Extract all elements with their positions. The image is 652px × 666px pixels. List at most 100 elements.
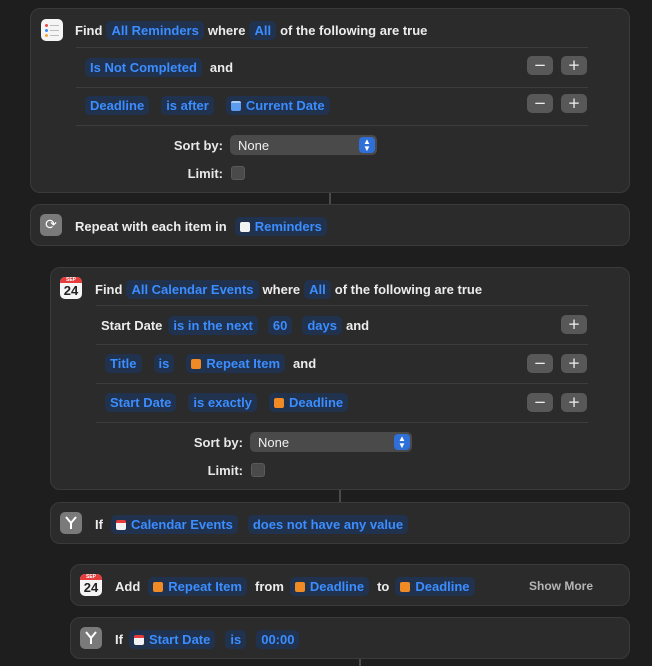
calendar-day: 24 [83,580,99,595]
sort-by-value: None [258,434,290,450]
repeat-item-label: Repeat Item [206,356,281,371]
repeat-action: ⟳ Repeat with each item in Reminders [30,204,630,246]
calendar-icon [115,519,126,530]
find-events-action: SEP 24 Find All Calendar Events where Al… [50,267,630,490]
sort-by-select[interactable]: None ▲ ▼ [250,432,412,452]
start-deadline-label: Deadline [309,579,365,594]
find-label: Find [75,23,103,38]
calendar-app-icon: SEP 24 [80,574,102,596]
sort-by-label: Sort by: [193,435,243,450]
sort-by-select[interactable]: None ▲ ▼ [230,135,377,155]
add-header: Add Repeat Item from Deadline to Deadlin… [115,577,479,596]
add-filter-button[interactable]: + [561,56,587,75]
repeat-item-token[interactable]: Repeat Item [148,577,247,596]
divider [96,422,588,423]
add-filter-button[interactable]: + [561,94,587,113]
calendar-app-icon: SEP 24 [60,277,82,299]
following-label: of the following are true [280,23,428,38]
condition-token[interactable]: does not have any value [247,515,409,534]
filter-row-start-next: Start Date is in the next 60 days and [101,316,369,335]
repeat-item-token[interactable]: Repeat Item [186,354,286,373]
flow-connector [359,659,361,666]
events-source-token[interactable]: All Calendar Events [126,280,259,299]
deadline-field-token[interactable]: Deadline [85,96,150,115]
variable-icon [273,397,284,408]
if-start-date-header: If Start Date is 00:00 [115,630,303,649]
quantifier-token[interactable]: All [304,280,331,299]
number-token[interactable]: 60 [267,316,293,335]
is-operator-token[interactable]: is [153,354,175,373]
deadline-token[interactable]: Deadline [268,393,349,412]
quantifier-token[interactable]: All [249,21,277,40]
deadline-label: Deadline [288,395,344,410]
add-filter-button[interactable]: + [561,315,587,334]
if-label: If [115,632,123,647]
unit-token[interactable]: days [302,316,342,335]
flow-connector [339,490,341,502]
limit-label: Limit: [207,463,243,478]
reminders-app-icon [41,19,63,41]
if-start-date-action: If Start Date is 00:00 [70,617,630,659]
following-label: of the following are true [334,282,483,297]
add-filter-button[interactable]: + [561,354,587,373]
sort-by-label: Sort by: [173,138,223,153]
chevron-updown-icon: ▲ ▼ [359,137,375,153]
repeat-icon: ⟳ [40,214,62,236]
sort-by-value: None [238,137,270,153]
start-deadline-token[interactable]: Deadline [289,577,370,596]
variable-icon [294,581,305,592]
reminders-icon [239,221,250,232]
end-deadline-token[interactable]: Deadline [395,577,475,596]
divider [96,344,588,345]
add-filter-button[interactable]: + [561,393,587,412]
start-date-label: Start Date [148,632,211,647]
divider [96,383,588,384]
remove-filter-button[interactable]: − [527,354,553,373]
reminders-source-token[interactable]: All Reminders [106,21,204,40]
find-reminders-action: Find All Reminders where All of the foll… [30,8,630,193]
start-date-field-label: Start Date [101,318,163,333]
time-value-token[interactable]: 00:00 [256,630,300,649]
filter-row-completed: Is Not Completed and [81,58,233,77]
remove-filter-button[interactable]: − [527,56,553,75]
limit-checkbox[interactable] [251,463,265,477]
remove-filter-button[interactable]: − [527,393,553,412]
title-field-token[interactable]: Title [105,354,142,373]
find-reminders-header: Find All Reminders where All of the foll… [75,21,427,40]
limit-checkbox[interactable] [231,166,245,180]
repeat-header: Repeat with each item in Reminders [75,217,331,236]
variable-icon [153,581,164,592]
and-label: and [346,318,370,333]
repeat-label: Repeat with each item in [75,219,227,234]
repeat-item-label: Repeat Item [168,579,242,594]
is-after-operator-token[interactable]: is after [161,96,214,115]
start-date-token[interactable]: Start Date [128,630,216,649]
completed-filter-token[interactable]: Is Not Completed [85,58,202,77]
limit-label: Limit: [187,166,223,181]
calendar-icon [133,634,144,645]
calendar-events-token[interactable]: Calendar Events [110,515,238,534]
calendar-day: 24 [63,283,79,298]
start-date-field-token[interactable]: Start Date [105,393,177,412]
is-exactly-operator-token[interactable]: is exactly [188,393,257,412]
and-label: and [293,356,317,371]
add-label: Add [115,579,141,594]
current-date-token[interactable]: Current Date [225,96,330,115]
filter-row-deadline: Deadline is after Current Date [81,96,334,115]
remove-filter-button[interactable]: − [527,94,553,113]
if-header: If Calendar Events does not have any val… [95,515,412,534]
branch-icon [80,627,102,649]
add-event-action: SEP 24 Add Repeat Item from Deadline to … [70,564,630,606]
from-label: from [254,579,284,594]
where-label: where [207,23,246,38]
is-operator-token[interactable]: is [225,630,247,649]
in-next-operator-token[interactable]: is in the next [168,316,258,335]
where-label: where [262,282,301,297]
reminders-variable-token[interactable]: Reminders [234,217,327,236]
variable-icon [400,581,411,592]
find-events-header: Find All Calendar Events where All of th… [95,280,482,299]
calendar-icon [230,100,241,111]
calendar-events-label: Calendar Events [130,517,233,532]
show-more-button[interactable]: Show More [529,579,593,593]
chevron-updown-icon: ▲ ▼ [394,434,410,450]
